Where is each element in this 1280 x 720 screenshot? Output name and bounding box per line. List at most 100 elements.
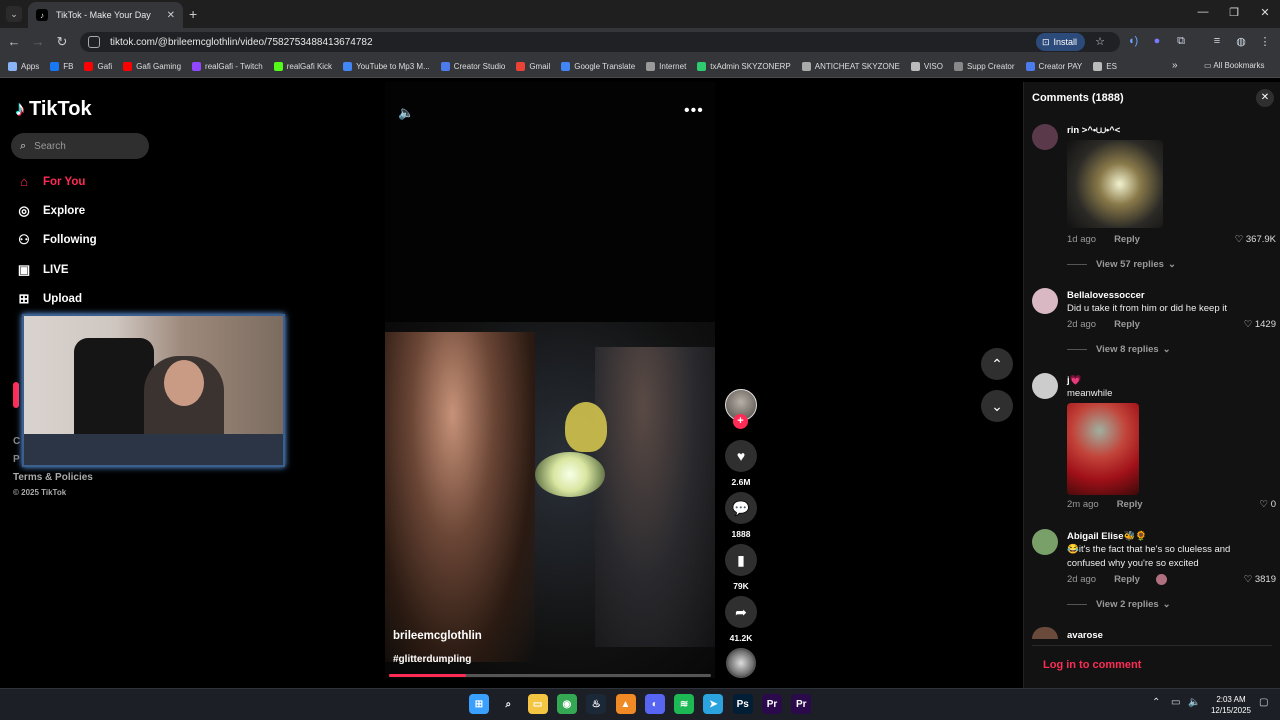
taskbar-vlc-icon[interactable]: ▲	[615, 694, 636, 714]
taskbar-telegram-icon[interactable]: ➤	[703, 694, 724, 714]
bookmark-item[interactable]: VISO	[910, 62, 943, 71]
new-tab-button[interactable]: +	[189, 6, 197, 22]
sidebar-item-for-you[interactable]: ⌂ For You	[16, 174, 85, 189]
profile-avatar[interactable]: ◍	[1233, 35, 1249, 48]
bookmark-item[interactable]: realGafi Kick	[273, 62, 332, 71]
taskbar-discord-icon[interactable]: ◐	[644, 694, 665, 714]
taskbar-search-icon[interactable]: ⌕	[498, 694, 518, 714]
browser-tab[interactable]: ♪ TikTok - Make Your Day ✕	[28, 2, 183, 28]
tiktok-logo[interactable]: ♪ TikTok	[15, 98, 92, 121]
login-to-comment[interactable]: Log in to comment	[1032, 645, 1272, 683]
sidebar-item-upload[interactable]: ⊞ Upload	[16, 291, 82, 307]
chrome-menu-icon[interactable]: ⋮	[1257, 35, 1273, 48]
next-video-button[interactable]: ⌄	[981, 390, 1013, 422]
taskbar-start-icon[interactable]: ⊞	[469, 694, 489, 714]
tray-overflow-icon[interactable]: ⌃	[1152, 697, 1160, 708]
video-author[interactable]: brileemcglothlin	[393, 630, 482, 642]
extension-circle-icon[interactable]: ●	[1149, 35, 1165, 47]
install-app-button[interactable]: ⊡ Install	[1036, 33, 1086, 51]
video-progress-bar[interactable]	[389, 674, 711, 677]
bookmark-item[interactable]: Google Translate	[561, 62, 635, 71]
network-icon[interactable]: ▭	[1171, 697, 1180, 708]
obscured-link[interactable]: C	[13, 436, 20, 447]
extensions-puzzle-icon[interactable]: ⧉	[1173, 35, 1189, 48]
previous-video-button[interactable]: ⌃	[981, 348, 1013, 380]
comment-like[interactable]: ♡ 1429	[1232, 319, 1276, 330]
sidebar-item-live[interactable]: ▣ LIVE	[16, 262, 69, 278]
extension-voice-icon[interactable]: ◖)	[1125, 35, 1141, 47]
view-replies-button[interactable]: View 8 replies ⌄	[1067, 344, 1171, 355]
bookmark-item[interactable]: Supp Creator	[953, 62, 1015, 71]
search-input[interactable]: ⌕ Search	[11, 133, 149, 159]
video-player[interactable]	[385, 82, 715, 678]
taskbar-premiere-2-icon[interactable]: Pr	[791, 694, 812, 714]
taskbar-chrome-icon[interactable]: ◉	[556, 694, 577, 714]
sound-disc[interactable]	[726, 648, 756, 678]
reload-icon[interactable]: ↻	[54, 34, 70, 50]
minimize-icon[interactable]: —	[1188, 6, 1218, 18]
bookmark-item[interactable]: txAdmin SKYZONERP	[697, 62, 791, 71]
view-replies-button[interactable]: View 57 replies ⌄	[1067, 259, 1176, 270]
share-button[interactable]: ➦	[725, 596, 757, 628]
obscured-link[interactable]: P	[13, 454, 20, 465]
notifications-icon[interactable]: ▢	[1259, 697, 1268, 708]
tab-search-button[interactable]: ⌄	[6, 6, 22, 22]
comment-image[interactable]	[1067, 403, 1139, 495]
site-info-icon[interactable]	[88, 36, 100, 48]
save-button[interactable]: ▮	[725, 544, 757, 576]
bookmark-item[interactable]: ANTICHEAT SKYZONE	[801, 62, 900, 71]
taskbar-spotify-icon[interactable]: ≋	[674, 694, 695, 714]
bookmark-item[interactable]: FB	[50, 62, 73, 71]
comment-username[interactable]: Bellalovessoccer	[1067, 290, 1145, 301]
bookmark-item[interactable]: Creator PAY	[1025, 62, 1082, 71]
comment-avatar[interactable]	[1032, 529, 1058, 555]
bookmark-item[interactable]: ES	[1093, 62, 1117, 71]
system-clock[interactable]: 2:03 AM 12/15/2025	[1205, 694, 1257, 716]
like-button[interactable]: ♥	[725, 440, 757, 472]
comment-avatar[interactable]	[1032, 288, 1058, 314]
comment-username[interactable]: j💗	[1067, 375, 1081, 386]
comment-username[interactable]: avarose	[1067, 630, 1103, 641]
reply-button[interactable]: Reply	[1117, 499, 1143, 510]
obscured-button[interactable]	[13, 382, 19, 408]
bookmark-item[interactable]: Internet	[646, 62, 686, 71]
taskbar-steam-icon[interactable]: ♨	[586, 694, 607, 714]
bookmark-item[interactable]: YouTube to Mp3 M...	[343, 62, 430, 71]
comment-username[interactable]: Abigail Elise🐝🌻	[1067, 531, 1147, 542]
close-comments-icon[interactable]: ✕	[1256, 89, 1274, 107]
reply-button[interactable]: Reply	[1114, 574, 1140, 585]
comment-like[interactable]: ♡ 0	[1232, 499, 1276, 510]
comment-avatar[interactable]	[1032, 124, 1058, 150]
forward-icon[interactable]: →	[30, 34, 46, 50]
address-bar[interactable]: tiktok.com/@brileemcglothlin/video/75827…	[80, 32, 1120, 52]
bookmark-item[interactable]: Apps	[8, 62, 39, 71]
media-controls-icon[interactable]: ≡	[1209, 35, 1225, 47]
sidebar-item-explore[interactable]: ◎ Explore	[16, 203, 85, 219]
sidebar-item-following[interactable]: ⚇ Following	[16, 232, 96, 248]
taskbar-premiere-icon[interactable]: Pr	[762, 694, 782, 714]
reply-button[interactable]: Reply	[1114, 234, 1140, 245]
volume-tray-icon[interactable]: 🔈	[1188, 697, 1200, 708]
bookmark-item[interactable]: Gafi Gaming	[123, 62, 181, 71]
back-icon[interactable]: ←	[6, 34, 22, 50]
more-options-icon[interactable]: •••	[684, 102, 704, 120]
comment-button[interactable]: 💬	[725, 492, 757, 524]
restore-icon[interactable]: ❐	[1219, 6, 1249, 19]
all-bookmarks-button[interactable]: ▭ All Bookmarks	[1204, 61, 1264, 70]
bookmark-item[interactable]: realGafi - Twitch	[192, 62, 263, 71]
window-close-icon[interactable]: ✕	[1250, 6, 1280, 19]
comment-image[interactable]	[1067, 140, 1163, 228]
bookmark-star-icon[interactable]: ☆	[1092, 35, 1108, 48]
comment-avatar[interactable]	[1032, 373, 1058, 399]
tab-close-icon[interactable]: ✕	[167, 10, 175, 21]
bookmark-item[interactable]: Gmail	[516, 62, 550, 71]
reply-button[interactable]: Reply	[1114, 319, 1140, 330]
taskbar-photoshop-icon[interactable]: Ps	[732, 694, 753, 714]
login-to-comment-label[interactable]: Log in to comment	[1043, 659, 1141, 671]
view-replies-button[interactable]: View 2 replies ⌄	[1067, 599, 1171, 610]
terms-policies-link[interactable]: Terms & Policies	[13, 472, 93, 483]
bookmark-item[interactable]: Creator Studio	[440, 62, 505, 71]
comment-username[interactable]: rin >^•⩊•^<	[1067, 125, 1120, 136]
follow-button[interactable]: +	[733, 414, 748, 429]
bookmark-item[interactable]: Gafi	[84, 62, 112, 71]
